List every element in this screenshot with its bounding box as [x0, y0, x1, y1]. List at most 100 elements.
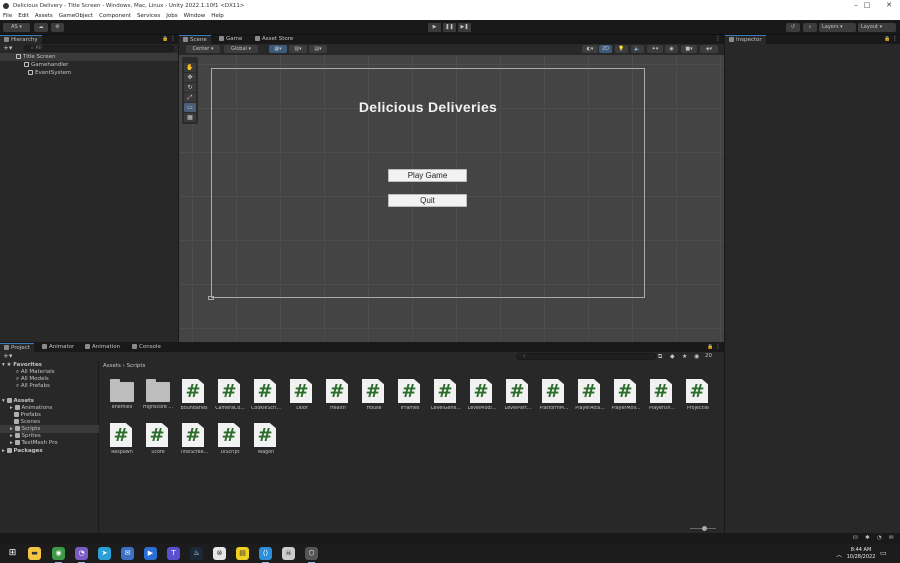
menu-help[interactable]: Help: [211, 13, 224, 19]
pause-button[interactable]: ❚❚: [443, 23, 456, 32]
hierarchy-item-eventsystem[interactable]: EventSystem: [0, 69, 71, 77]
breadcrumb-assets[interactable]: Assets: [103, 363, 121, 369]
vscode-icon[interactable]: ⟨⟩: [259, 547, 272, 563]
script-tile[interactable]: # IFrames: [398, 379, 422, 411]
effects-icon[interactable]: ✦▾: [647, 45, 663, 53]
script-tile[interactable]: # Respawn: [110, 423, 134, 455]
menu-component[interactable]: Component: [99, 13, 131, 19]
tab-project[interactable]: Project: [0, 343, 34, 352]
increment-snap-icon[interactable]: ▥▾: [289, 45, 307, 53]
space-dropdown[interactable]: Global ▾: [224, 45, 258, 53]
move-tool-icon[interactable]: ✥: [184, 73, 196, 82]
rect-tool-icon[interactable]: ▭: [184, 103, 196, 112]
camera-icon[interactable]: ■▾: [681, 45, 697, 53]
quit-button[interactable]: Quit: [388, 194, 467, 207]
project-search-input[interactable]: ⌕: [516, 353, 656, 360]
kebab-menu-icon[interactable]: ⋮: [892, 35, 898, 42]
menu-jobs[interactable]: Jobs: [166, 13, 177, 19]
media-player-icon[interactable]: ▶: [144, 547, 157, 560]
script-tile[interactable]: # PlatformM...: [540, 379, 568, 411]
visibility-icon[interactable]: ◉: [665, 45, 678, 53]
breadcrumb-scripts[interactable]: Scripts: [127, 363, 146, 369]
chrome-icon[interactable]: ◉: [52, 547, 65, 563]
clock-time[interactable]: 8:44 AM: [848, 547, 874, 553]
script-tile[interactable]: # LevelPart...: [505, 379, 531, 411]
asset-folder[interactable]: ▸ TextMesh Pro: [10, 439, 58, 447]
packages-header[interactable]: ▸ Packages: [2, 447, 43, 455]
teams-icon[interactable]: T: [167, 547, 180, 560]
script-tile[interactable]: # PlayerAtta...: [575, 379, 605, 411]
script-tile[interactable]: # Door: [290, 379, 314, 411]
menu-file[interactable]: File: [3, 13, 12, 19]
lighting-icon[interactable]: 💡: [615, 45, 628, 53]
telegram-icon[interactable]: ➤: [98, 547, 111, 560]
folder-tile[interactable]: enemies: [110, 379, 134, 410]
mail-icon[interactable]: ✉: [121, 547, 134, 560]
audio-icon[interactable]: 🔈: [631, 45, 644, 53]
tab-game[interactable]: Game: [215, 35, 246, 44]
menu-gameobject[interactable]: GameObject: [59, 13, 93, 19]
star-icon[interactable]: ★: [682, 353, 687, 360]
menu-edit[interactable]: Edit: [18, 13, 29, 19]
skull-app-icon[interactable]: ☠: [282, 547, 295, 560]
discord-icon[interactable]: ◔: [75, 547, 88, 563]
tab-console[interactable]: Console: [128, 343, 165, 352]
steam-icon[interactable]: ♨: [190, 547, 203, 560]
hidden-packages-count[interactable]: 20: [705, 353, 712, 359]
tray-chevron-up-icon[interactable]: ︿: [836, 550, 842, 559]
mode-2d-toggle[interactable]: 2D: [599, 45, 612, 53]
close-button[interactable]: ✕: [878, 0, 900, 11]
script-tile[interactable]: # TitleScree...: [180, 423, 208, 455]
script-tile[interactable]: # CookieScri...: [251, 379, 281, 411]
add-icon[interactable]: +▾: [3, 44, 12, 52]
script-tile[interactable]: # House: [362, 379, 386, 411]
notification-center-icon[interactable]: ▭: [880, 549, 887, 557]
filter-label-icon[interactable]: ◆: [670, 353, 675, 360]
transform-tool-icon[interactable]: ▦: [184, 113, 196, 122]
play-button[interactable]: ▶: [428, 23, 441, 32]
notifications-icon[interactable]: ✉: [889, 535, 894, 541]
layout-dropdown[interactable]: Layout ▾: [858, 23, 896, 32]
folder-tile[interactable]: Highscore ...: [143, 379, 173, 410]
windows-start-icon[interactable]: ⊞: [6, 547, 19, 560]
tab-hierarchy[interactable]: Hierarchy: [0, 35, 42, 44]
visibility-icon[interactable]: ◉: [694, 353, 699, 360]
progress-icon[interactable]: ◔: [877, 535, 882, 541]
sticky-notes-icon[interactable]: ▤: [236, 547, 249, 560]
hierarchy-item-gamehandler[interactable]: Gamehandler: [0, 61, 68, 69]
add-icon[interactable]: +▾: [3, 352, 12, 360]
layers-dropdown[interactable]: Layers ▾: [819, 23, 856, 32]
hierarchy-item-title-screen[interactable]: Title Screen: [0, 53, 178, 61]
rotate-tool-icon[interactable]: ↻: [184, 83, 196, 92]
step-button[interactable]: ▶❚: [458, 23, 471, 32]
script-tile[interactable]: # Health: [326, 379, 350, 411]
menu-services[interactable]: Services: [137, 13, 160, 19]
script-tile[interactable]: # Score: [146, 423, 170, 455]
favorite-item[interactable]: ⌕ All Prefabs: [16, 382, 50, 390]
snap-icon[interactable]: ▦▾: [269, 45, 287, 53]
lock-icon[interactable]: 🔒: [707, 344, 713, 350]
script-tile[interactable]: # Wagon: [254, 423, 278, 455]
filter-type-icon[interactable]: ⧉: [658, 353, 662, 361]
lock-icon[interactable]: 🔒: [162, 36, 168, 42]
kebab-menu-icon[interactable]: ⋮: [170, 35, 176, 42]
kebab-menu-icon[interactable]: ⋮: [715, 343, 721, 350]
pivot-dropdown[interactable]: Center ▾: [186, 45, 220, 53]
tab-animation[interactable]: Animation: [81, 343, 124, 352]
script-tile[interactable]: # Projectile: [686, 379, 710, 411]
script-tile[interactable]: # LevelModi...: [468, 379, 496, 411]
account-dropdown[interactable]: AS ▾: [3, 23, 30, 32]
zoom-slider-handle[interactable]: [702, 526, 707, 531]
gizmos-icon[interactable]: ◈▾: [700, 45, 718, 53]
lock-icon[interactable]: 🔒: [884, 36, 890, 42]
kebab-menu-icon[interactable]: ⋮: [715, 35, 721, 42]
script-tile[interactable]: # UIScript: [218, 423, 242, 455]
game-title-text[interactable]: Delicious Deliveries: [211, 99, 645, 115]
tab-inspector[interactable]: Inspector: [725, 35, 766, 44]
history-icon[interactable]: ↺: [786, 23, 800, 32]
tab-asset-store[interactable]: Asset Store: [251, 35, 297, 44]
xbox-icon[interactable]: ⊗: [213, 547, 226, 560]
grid-visibility-icon[interactable]: ▤▾: [309, 45, 327, 53]
script-tile[interactable]: # LevelGene...: [431, 379, 461, 411]
cache-icon[interactable]: ⛁: [853, 535, 858, 541]
